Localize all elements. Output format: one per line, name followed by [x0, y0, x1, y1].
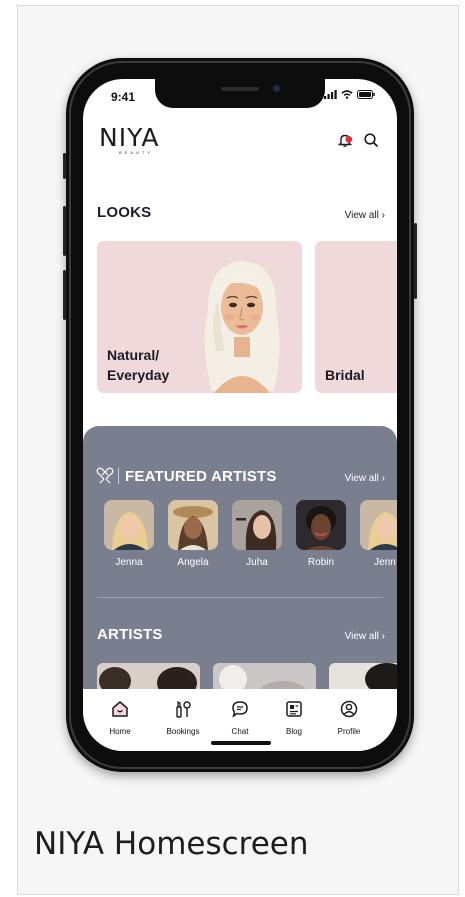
- camera: [273, 85, 280, 92]
- artist-name: Robin: [307, 557, 335, 568]
- look-card-label: Natural/ Everyday: [107, 347, 170, 383]
- tab-label: Profile: [337, 727, 361, 736]
- logo-text: NIYA: [99, 123, 160, 152]
- tab-home[interactable]: Home: [95, 699, 145, 736]
- look-card-label: Bridal: [325, 367, 365, 383]
- tab-chat[interactable]: Chat: [215, 699, 265, 736]
- artist-name: Juha: [246, 557, 268, 568]
- artist-card[interactable]: Juha: [232, 500, 284, 568]
- tab-label: Chat: [231, 727, 249, 736]
- tab-blog[interactable]: Blog: [269, 699, 319, 736]
- title-divider: [118, 468, 119, 484]
- phone-frame: 9:41 NIYA BEAUTY LOOKS View all › Natura…: [63, 58, 417, 772]
- battery-icon: [357, 90, 375, 99]
- home-icon: [112, 701, 128, 717]
- look-card-bridal[interactable]: Bridal: [315, 241, 397, 393]
- search-icon[interactable]: [363, 132, 379, 148]
- caption: NIYA Homescreen: [34, 826, 309, 862]
- wifi-icon: [341, 90, 353, 99]
- niya-logo: NIYA BEAUTY: [99, 123, 160, 155]
- notch: [155, 79, 325, 108]
- woman-illustration: [204, 261, 280, 393]
- looks-view-all-link[interactable]: View all ›: [345, 210, 385, 221]
- power-button: [414, 223, 417, 299]
- artist-photo: [168, 500, 218, 550]
- phone-screen: 9:41 NIYA BEAUTY LOOKS View all › Natura…: [83, 79, 397, 751]
- featured-artists-title: FEATURED ARTISTS: [125, 468, 277, 485]
- tab-label: Blog: [285, 727, 302, 736]
- artist-photo: [360, 500, 397, 550]
- tab-label: Bookings: [166, 727, 200, 736]
- profile-icon: [340, 700, 358, 718]
- signal-icon: [324, 90, 337, 99]
- tab-label: Home: [109, 727, 131, 736]
- featured-view-all-link[interactable]: View all ›: [345, 473, 385, 484]
- artists-view-all-link[interactable]: View all ›: [345, 631, 385, 642]
- artist-photo: [232, 500, 282, 550]
- makeup-icon: [176, 700, 191, 718]
- volume-up-button: [63, 206, 66, 256]
- tab-bookings[interactable]: Bookings: [158, 699, 208, 736]
- showcase-card: 9:41 NIYA BEAUTY LOOKS View all › Natura…: [17, 5, 459, 895]
- status-time: 9:41: [111, 90, 136, 104]
- blog-icon: [286, 701, 302, 717]
- artists-title: ARTISTS: [97, 626, 163, 643]
- notification-bell-icon[interactable]: [337, 132, 353, 148]
- artist-card[interactable]: Jenn: [360, 500, 397, 568]
- artist-card[interactable]: Angela: [168, 500, 220, 568]
- volume-down-button: [63, 270, 66, 320]
- artist-card[interactable]: Jenna: [104, 500, 156, 568]
- artist-name: Angela: [177, 557, 209, 568]
- makeup-brushes-icon: [96, 467, 114, 484]
- status-icons: [324, 90, 375, 99]
- section-divider: [97, 597, 383, 598]
- artist-name: Jenn: [374, 557, 396, 568]
- artist-name: Jenna: [115, 557, 143, 568]
- tab-profile[interactable]: Profile: [324, 699, 374, 736]
- artist-card[interactable]: Robin: [296, 500, 348, 568]
- chat-icon: [232, 701, 248, 718]
- speaker: [221, 87, 259, 91]
- mute-switch: [63, 153, 66, 179]
- home-indicator[interactable]: [211, 741, 271, 745]
- look-card-natural[interactable]: Natural/ Everyday: [97, 241, 302, 393]
- artist-photo: [104, 500, 154, 550]
- artist-photo: [296, 500, 346, 550]
- header-actions: [337, 132, 379, 148]
- looks-title: LOOKS: [97, 204, 152, 221]
